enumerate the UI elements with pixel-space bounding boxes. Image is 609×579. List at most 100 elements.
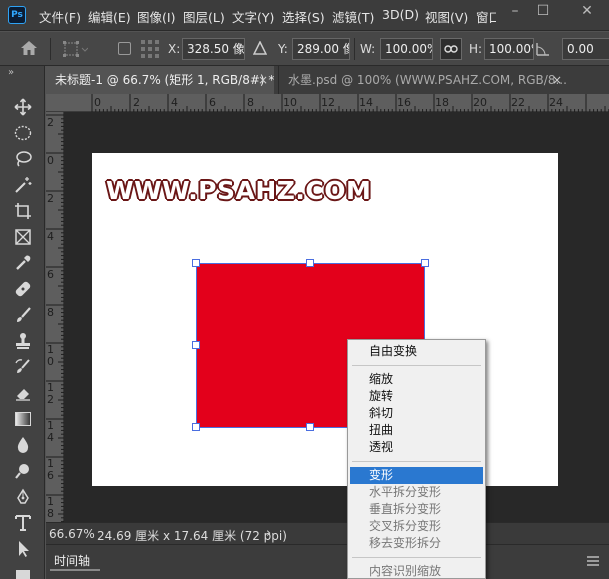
menu-separator bbox=[352, 557, 481, 558]
x-position-input[interactable]: 328.50 像素 bbox=[182, 38, 245, 60]
dodge-tool-icon[interactable] bbox=[10, 460, 36, 482]
menu-type[interactable]: 文字(Y) bbox=[232, 7, 274, 26]
w-label: W: bbox=[360, 42, 376, 56]
maximize-button[interactable]: ☐ bbox=[528, 3, 558, 19]
type-tool-icon[interactable] bbox=[10, 512, 36, 534]
menu-item-rotate[interactable]: 旋转 bbox=[350, 388, 483, 405]
home-icon[interactable] bbox=[20, 40, 38, 59]
ruler-number: 8 bbox=[247, 96, 254, 109]
menu-edit[interactable]: 编辑(E) bbox=[88, 7, 131, 26]
menu-item-scale[interactable]: 缩放 bbox=[350, 371, 483, 388]
gradient-tool-icon[interactable] bbox=[10, 408, 36, 430]
menu-separator bbox=[352, 365, 481, 366]
path-selection-tool-icon[interactable] bbox=[10, 538, 36, 560]
relative-position-icon[interactable] bbox=[252, 40, 268, 58]
link-icon[interactable] bbox=[440, 38, 462, 60]
eyedropper-tool-icon[interactable] bbox=[10, 252, 36, 274]
menu-item-skew[interactable]: 斜切 bbox=[350, 405, 483, 422]
vertical-ruler[interactable]: 2 0 2 4 6 8 1 0 1 2 1 4 1 6 1 8 bbox=[46, 112, 64, 522]
close-tab-icon[interactable]: × bbox=[258, 66, 268, 94]
eraser-tool-icon[interactable] bbox=[10, 382, 36, 404]
reference-point-icon[interactable] bbox=[62, 40, 89, 61]
menu-select[interactable]: 选择(S) bbox=[282, 7, 325, 26]
status-menu-arrow-icon[interactable]: › bbox=[266, 526, 271, 541]
history-brush-tool-icon[interactable] bbox=[10, 356, 36, 378]
transform-handle-top[interactable] bbox=[306, 259, 314, 267]
reference-point-checkbox[interactable] bbox=[118, 42, 131, 55]
menu-image[interactable]: 图像(I) bbox=[137, 7, 175, 26]
magic-wand-tool-icon[interactable] bbox=[10, 174, 36, 196]
tab-untitled-1[interactable]: 未标题-1 @ 66.7% (矩形 1, RGB/8#) * × bbox=[46, 66, 274, 94]
height-input[interactable]: 100.00% bbox=[484, 38, 534, 60]
width-input[interactable]: 100.00% bbox=[380, 38, 433, 60]
ruler-number: 4 bbox=[47, 230, 54, 243]
ruler-number: 0 bbox=[94, 96, 101, 109]
collapse-panel-icon[interactable]: » bbox=[8, 67, 14, 78]
watermark-text-layer: WWW.PSAHZ.COM bbox=[106, 176, 372, 205]
close-tab-icon[interactable]: × bbox=[552, 66, 562, 94]
ruler-number: 2 bbox=[47, 192, 54, 205]
ruler-number: 6 bbox=[209, 96, 216, 109]
timeline-tab-underline bbox=[50, 569, 100, 571]
status-bar: 66.67% 24.69 厘米 x 17.64 厘米 (72 ppi) › bbox=[46, 522, 609, 544]
lasso-tool-icon[interactable] bbox=[10, 148, 36, 170]
minimize-button[interactable]: – bbox=[500, 3, 530, 19]
close-button[interactable]: ✕ bbox=[572, 3, 602, 19]
menu-item-split-warp-crosswise[interactable]: 交叉拆分变形 bbox=[350, 518, 483, 535]
clone-stamp-tool-icon[interactable] bbox=[10, 330, 36, 352]
timeline-panel: 时间轴 bbox=[46, 544, 609, 579]
transform-handle-top-right[interactable] bbox=[421, 259, 429, 267]
pen-tool-icon[interactable] bbox=[10, 486, 36, 508]
menu-item-distort[interactable]: 扭曲 bbox=[350, 422, 483, 439]
horizontal-ruler[interactable]: 0 2 4 6 8 10 12 14 16 18 20 22 24 bbox=[46, 94, 609, 112]
transform-handle-bottom[interactable] bbox=[306, 423, 314, 431]
panel-menu-icon[interactable] bbox=[587, 555, 599, 569]
menu-item-free-transform[interactable]: 自由变换 bbox=[350, 343, 483, 360]
ruler-number: 8 bbox=[47, 306, 54, 319]
menu-item-split-warp-horizontally[interactable]: 水平拆分变形 bbox=[350, 484, 483, 501]
timeline-tab[interactable]: 时间轴 bbox=[54, 552, 90, 569]
menu-separator bbox=[352, 461, 481, 462]
menu-item-perspective[interactable]: 透视 bbox=[350, 439, 483, 456]
menu-item-warp[interactable]: 变形 bbox=[350, 467, 483, 484]
y-position-input[interactable]: 289.00 像素 bbox=[292, 38, 350, 60]
menu-3d[interactable]: 3D(D) bbox=[382, 7, 419, 22]
move-tool-icon[interactable] bbox=[10, 96, 36, 118]
options-bar: X: 328.50 像素 Y: 289.00 像素 W: 100.00% H: … bbox=[0, 32, 609, 66]
ruler-number: 6 bbox=[47, 268, 54, 281]
photoshop-window: Ps 文件(F) 编辑(E) 图像(I) 图层(L) 文字(Y) 选择(S) 滤… bbox=[0, 0, 609, 579]
menu-view[interactable]: 视图(V) bbox=[425, 7, 468, 26]
ruler-number: 1 2 bbox=[47, 381, 54, 406]
zoom-level[interactable]: 66.67% bbox=[49, 527, 95, 541]
crop-tool-icon[interactable] bbox=[10, 200, 36, 222]
y-label: Y: bbox=[278, 42, 288, 56]
transform-handle-top-left[interactable] bbox=[192, 259, 200, 267]
document-info: 24.69 厘米 x 17.64 厘米 (72 ppi) bbox=[97, 529, 287, 543]
menu-item-split-warp-vertically[interactable]: 垂直拆分变形 bbox=[350, 501, 483, 518]
transform-handle-bottom-left[interactable] bbox=[192, 423, 200, 431]
menu-window[interactable]: 窗口 bbox=[476, 7, 496, 26]
ruler-number: 1 0 bbox=[47, 343, 54, 368]
menu-file[interactable]: 文件(F) bbox=[39, 7, 81, 26]
reference-grid-icon bbox=[140, 39, 160, 62]
menu-item-content-aware-scale[interactable]: 内容识别缩放 bbox=[350, 563, 483, 579]
tab-label: 水墨.psd @ 100% (WWW.PSAHZ.COM, RGB/8... bbox=[288, 73, 567, 87]
menu-bar: Ps 文件(F) 编辑(E) 图像(I) 图层(L) 文字(Y) 选择(S) 滤… bbox=[0, 0, 609, 31]
brush-tool-icon[interactable] bbox=[10, 304, 36, 326]
healing-brush-tool-icon[interactable] bbox=[10, 278, 36, 300]
h-label: H: bbox=[469, 42, 483, 56]
frame-tool-icon[interactable] bbox=[10, 226, 36, 248]
rectangle-tool-icon[interactable] bbox=[10, 562, 36, 579]
ruler-number: 16 bbox=[397, 96, 411, 109]
ruler-number: 22 bbox=[511, 96, 525, 109]
blur-tool-icon[interactable] bbox=[10, 434, 36, 456]
transform-handle-left[interactable] bbox=[192, 341, 200, 349]
menu-filter[interactable]: 滤镜(T) bbox=[332, 7, 374, 26]
rotation-angle-input[interactable]: 0.00 bbox=[562, 38, 609, 60]
menu-layer[interactable]: 图层(L) bbox=[183, 7, 225, 26]
menu-item-remove-warp-split[interactable]: 移去变形拆分 bbox=[350, 535, 483, 552]
transform-context-menu: 自由变换 缩放 旋转 斜切 扭曲 透视 变形 水平拆分变形 垂直拆分变形 交叉拆… bbox=[347, 339, 486, 579]
tab-shuimo-psd[interactable]: 水墨.psd @ 100% (WWW.PSAHZ.COM, RGB/8... × bbox=[278, 66, 568, 94]
photoshop-logo-icon: Ps bbox=[8, 6, 26, 24]
elliptical-marquee-tool-icon[interactable] bbox=[10, 122, 36, 144]
